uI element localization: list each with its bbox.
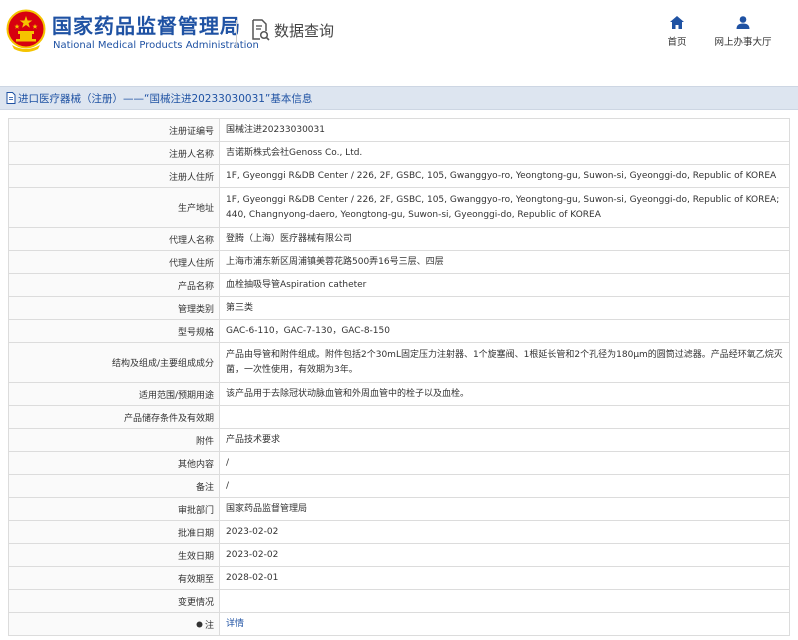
table-row: 生产地址 1F, Gyeonggi R&DB Center / 226, 2F, … [8,187,790,228]
field-label: 备注 [8,474,220,498]
table-row: 产品名称 血栓抽吸导管Aspiration catheter [8,273,790,297]
field-label: 代理人名称 [8,227,220,251]
field-value: GAC-6-110，GAC-7-130，GAC-8-150 [219,319,790,343]
field-label: 变更情况 [8,589,220,613]
record-title: ——“国械注进20233030031”基本信息 [123,92,313,105]
field-label: 型号规格 [8,319,220,343]
field-value: 2023-02-02 [219,543,790,567]
table-row: 产品储存条件及有效期 [8,405,790,429]
category-link[interactable]: 进口医疗器械（注册） [18,91,123,106]
table-row: 注册人住所 1F, Gyeonggi R&DB Center / 226, 2F,… [8,164,790,188]
field-label: 生效日期 [8,543,220,567]
field-label: 适用范围/预期用途 [8,382,220,406]
org-name-cn[interactable]: 国家药品监督管理局 [52,10,241,39]
field-label: 其他内容 [8,451,220,475]
field-value: / [219,451,790,475]
field-label: 注册证编号 [8,118,220,142]
nav-home-label: 首页 [667,37,687,48]
field-value: 2028-02-01 [219,566,790,590]
table-row: 代理人名称 登腾（上海）医疗器械有限公司 [8,227,790,251]
field-value: 产品由导管和附件组成。附件包括2个30mL固定压力注射器、1个旋塞阀、1根延长管… [219,342,790,383]
field-value: 吉诺斯株式会社Genoss Co., Ltd. [219,141,790,165]
table-row: 批准日期 2023-02-02 [8,520,790,544]
field-value: 上海市浦东新区周浦镇美蓉花路500弄16号三层、四层 [219,250,790,274]
field-value [219,405,790,429]
field-value: 1F, Gyeonggi R&DB Center / 226, 2F, GSBC… [219,187,790,228]
field-value: 国械注进20233030031 [219,118,790,142]
field-value: 第三类 [219,296,790,320]
field-value: 1F, Gyeonggi R&DB Center / 226, 2F, GSBC… [219,164,790,188]
table-row: 有效期至 2028-02-01 [8,566,790,590]
note-label: 注 [204,620,214,631]
table-row: 管理类别 第三类 [8,296,790,320]
field-value: 登腾（上海）医疗器械有限公司 [219,227,790,251]
table-row: 型号规格 GAC-6-110，GAC-7-130，GAC-8-150 [8,319,790,343]
header-divider [236,20,237,48]
field-label: 管理类别 [8,296,220,320]
table-row: 备注 / [8,474,790,498]
field-label: 代理人住所 [8,250,220,274]
field-label-note: 注 [8,612,220,636]
field-label: 有效期至 [8,566,220,590]
field-label: 批准日期 [8,520,220,544]
table-row: 附件 产品技术要求 [8,428,790,452]
table-row: 适用范围/预期用途 该产品用于去除冠状动脉血管和外周血管中的栓子以及血栓。 [8,382,790,406]
field-value: 国家药品监督管理局 [219,497,790,521]
field-label: 注册人名称 [8,141,220,165]
field-value: 该产品用于去除冠状动脉血管和外周血管中的栓子以及血栓。 [219,382,790,406]
field-value: 血栓抽吸导管Aspiration catheter [219,273,790,297]
field-label: 审批部门 [8,497,220,521]
field-label: 产品名称 [8,273,220,297]
table-row: 注册人名称 吉诺斯株式会社Genoss Co., Ltd. [8,141,790,165]
table-row: 审批部门 国家药品监督管理局 [8,497,790,521]
field-label: 产品储存条件及有效期 [8,405,220,429]
site-header: 国家药品监督管理局 National Medical Products Admi… [0,0,798,66]
org-name-en[interactable]: National Medical Products Administration [53,40,259,51]
document-icon [6,92,16,104]
nav-online-hall-button[interactable]: 网上办事大厅 [712,16,774,48]
field-label: 附件 [8,428,220,452]
table-row: 生效日期 2023-02-02 [8,543,790,567]
field-value: 产品技术要求 [219,428,790,452]
field-value [219,589,790,613]
details-link[interactable]: 详情 [226,619,244,629]
field-value: / [219,474,790,498]
registration-detail-table: 注册证编号 国械注进20233030031 注册人名称 吉诺斯株式会社Genoss … [8,118,790,636]
data-query-title: 数据查询 [274,21,335,40]
home-icon [670,16,684,29]
pin-icon [196,621,203,627]
national-emblem-icon [6,9,46,52]
field-label: 生产地址 [8,187,220,228]
nav-online-hall-label: 网上办事大厅 [714,37,772,48]
field-label: 注册人住所 [8,164,220,188]
table-row: 其他内容 / [8,451,790,475]
field-value: 2023-02-02 [219,520,790,544]
user-icon [736,16,750,29]
table-row: 代理人住所 上海市浦东新区周浦镇美蓉花路500弄16号三层、四层 [8,250,790,274]
table-row: 变更情况 [8,589,790,613]
document-search-icon [252,19,270,41]
table-row: 注册证编号 国械注进20233030031 [8,118,790,142]
table-row: 结构及组成/主要组成成分 产品由导管和附件组成。附件包括2个30mL固定压力注射器… [8,342,790,383]
data-query-heading: 数据查询 [250,19,334,41]
record-title-bar: 进口医疗器械（注册） ——“国械注进20233030031”基本信息 [0,86,798,110]
field-value-note: 详情 [219,612,790,636]
field-label: 结构及组成/主要组成成分 [8,342,220,383]
nav-home-button[interactable]: 首页 [664,16,690,48]
table-row-note: 注 详情 [8,612,790,636]
